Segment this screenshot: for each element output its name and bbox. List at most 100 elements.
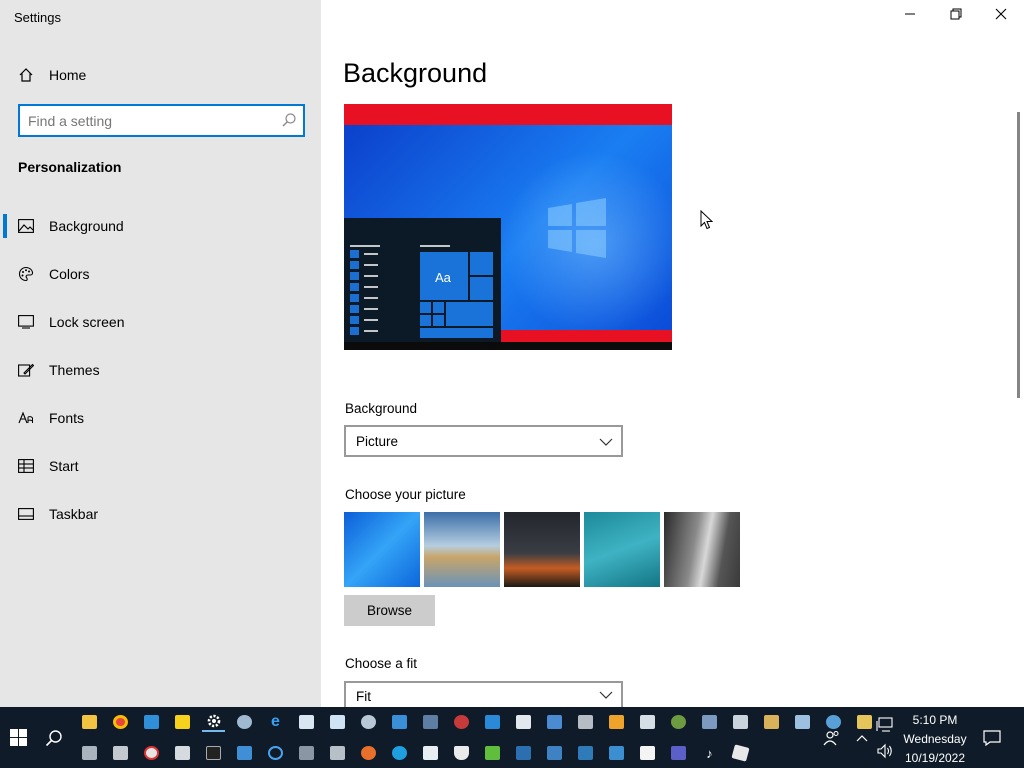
home-label: Home (49, 67, 87, 83)
network-icon (876, 717, 893, 732)
powershell-icon[interactable] (512, 743, 535, 763)
volume-button[interactable] (874, 739, 896, 763)
clock[interactable]: 5:10 PM Wednesday 10/19/2022 (896, 711, 974, 768)
disk-icon[interactable] (109, 743, 132, 763)
speaker-icon (877, 743, 892, 759)
compass-icon[interactable] (140, 743, 163, 763)
notepad-icon[interactable] (326, 712, 349, 732)
sidebar-item-fonts[interactable]: Fonts (0, 394, 321, 442)
browse-button[interactable]: Browse (344, 595, 435, 626)
sidebar-item-taskbar[interactable]: Taskbar (0, 490, 321, 538)
roblox-icon[interactable] (729, 743, 752, 763)
clock-day: Wednesday (903, 732, 967, 746)
sidebar-item-themes[interactable]: Themes (0, 346, 321, 394)
terminal-app-icon[interactable] (574, 743, 597, 763)
drive-icon[interactable] (78, 743, 101, 763)
fit-dropdown[interactable]: Fit (344, 681, 623, 707)
display-icon[interactable] (233, 743, 256, 763)
settings-window: Settings Home Personalization Background (0, 0, 1024, 707)
restore-icon (950, 7, 962, 25)
taskbar: e ♪ 5:10 PM Wednesday 10/19/2022 (0, 707, 1024, 768)
feedback-app-icon[interactable] (419, 743, 442, 763)
settings-app-icon[interactable] (202, 712, 225, 732)
internet-explorer-icon[interactable]: e (264, 712, 287, 732)
taskbar-icon (18, 506, 34, 522)
globe-app-icon[interactable] (667, 712, 690, 732)
edit-app-icon[interactable] (729, 712, 752, 732)
remote-desktop-icon[interactable] (140, 712, 163, 732)
calculator-icon[interactable] (295, 743, 318, 763)
sidebar-item-label: Start (49, 458, 79, 474)
taskbar-search-button[interactable] (36, 707, 72, 768)
photo-app-icon[interactable] (543, 712, 566, 732)
minimize-icon (904, 7, 916, 25)
themes-icon (18, 362, 34, 378)
monitor-app-icon[interactable] (388, 712, 411, 732)
minimize-button[interactable] (887, 0, 933, 32)
clock-time: 5:10 PM (912, 713, 958, 727)
picture-thumbnail[interactable] (344, 512, 420, 587)
file-explorer-icon[interactable] (78, 712, 101, 732)
camera-icon[interactable] (326, 743, 349, 763)
background-dropdown-value: Picture (356, 433, 399, 449)
lock-screen-icon (18, 314, 34, 330)
action-center-button[interactable] (978, 707, 1006, 768)
section-title: Personalization (18, 159, 122, 175)
chrome-icon[interactable] (109, 712, 132, 732)
teams-icon[interactable] (667, 743, 690, 763)
tiktok-icon[interactable]: ♪ (698, 743, 721, 763)
paint-icon[interactable] (295, 712, 318, 732)
start-button[interactable] (0, 707, 36, 768)
picture-thumbnail[interactable] (584, 512, 660, 587)
cloud-app-icon[interactable] (450, 712, 473, 732)
computer-app-icon[interactable] (698, 712, 721, 732)
restore-button[interactable] (933, 0, 979, 32)
sidebar-item-lock-screen[interactable]: Lock screen (0, 298, 321, 346)
chevron-down-icon (599, 688, 613, 705)
people-button[interactable] (818, 707, 846, 768)
printer-icon[interactable] (574, 712, 597, 732)
sidebar-item-colors[interactable]: Colors (0, 250, 321, 298)
folder-app-icon[interactable] (760, 712, 783, 732)
picture-thumbnail[interactable] (664, 512, 740, 587)
picture-thumbnail[interactable] (504, 512, 580, 587)
background-dropdown[interactable]: Picture (344, 425, 623, 457)
search-box[interactable] (18, 104, 305, 137)
search-icon[interactable] (281, 112, 297, 133)
calculator-grid-icon[interactable] (481, 712, 504, 732)
search-input[interactable] (28, 111, 268, 131)
edge-icon[interactable] (388, 743, 411, 763)
security-icon[interactable] (450, 743, 473, 763)
sound-recorder-icon[interactable] (357, 712, 380, 732)
sticky-notes-icon[interactable] (171, 712, 194, 732)
sidebar-item-background[interactable]: Background (0, 202, 321, 250)
network-button[interactable] (874, 713, 896, 737)
firefox-icon[interactable] (357, 743, 380, 763)
document-app-icon[interactable] (636, 712, 659, 732)
store-icon[interactable] (636, 743, 659, 763)
network-app-icon[interactable] (233, 712, 256, 732)
archive-app-icon[interactable] (791, 712, 814, 732)
page-title: Background (343, 58, 488, 88)
preview-accent-strip (501, 330, 672, 342)
sidebar-item-start[interactable]: Start (0, 442, 321, 490)
character-map-icon[interactable] (171, 743, 194, 763)
chevron-down-icon (599, 435, 613, 452)
close-button[interactable] (978, 0, 1024, 32)
scrollbar[interactable] (1017, 112, 1020, 398)
sidebar-item-label: Taskbar (49, 506, 99, 522)
start-icon (18, 458, 34, 474)
media-player-icon[interactable] (605, 712, 628, 732)
window-app-icon[interactable] (512, 712, 535, 732)
powershell-ise-icon[interactable] (543, 743, 566, 763)
taskbar-apps-row-1: e (78, 712, 876, 732)
fonts-icon (18, 410, 34, 426)
picture-thumbnail[interactable] (424, 512, 500, 587)
command-prompt-icon[interactable] (202, 743, 225, 763)
device-manager-icon[interactable] (419, 712, 442, 732)
battery-app-icon[interactable] (481, 743, 504, 763)
show-hidden-icons-button[interactable] (850, 707, 874, 768)
cortana-icon[interactable] (264, 743, 287, 763)
azure-app-icon[interactable] (605, 743, 628, 763)
home-button[interactable]: Home (18, 64, 86, 86)
